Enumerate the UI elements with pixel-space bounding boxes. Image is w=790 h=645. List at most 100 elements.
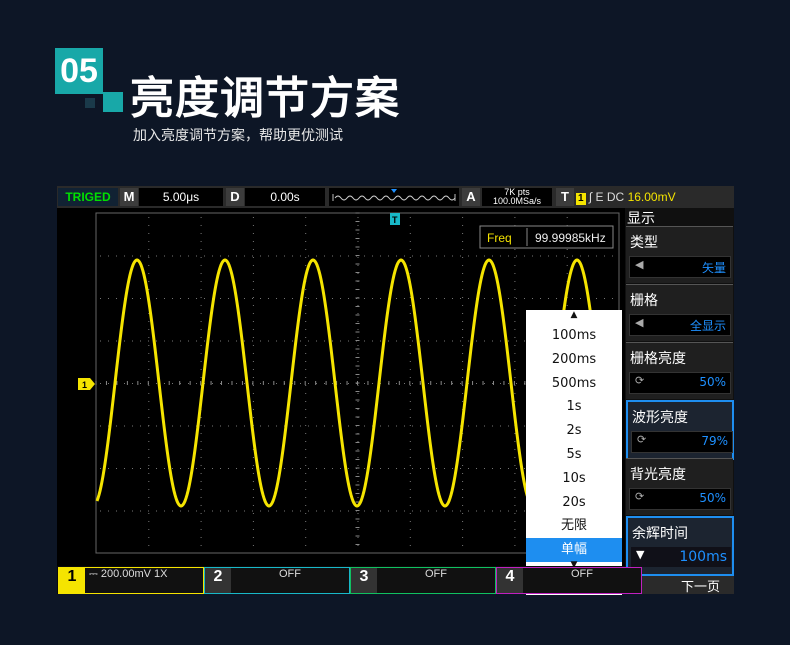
menu-item[interactable]: 波形亮度 ⟳ 79% [626,400,734,460]
grid-dot [444,425,445,427]
grid-dot [204,425,205,427]
dropdown-option[interactable]: 10s [526,467,622,491]
grid-dot [340,510,341,512]
grid-dot [204,255,205,257]
channel-4-box[interactable]: 4 OFF [496,567,642,594]
dropdown-option[interactable]: 500ms [526,372,622,396]
menu-item-value-box[interactable]: ⟳ 50% [629,372,731,394]
menu-item-value-box[interactable]: ⟳ 50% [629,488,731,510]
menu-item[interactable]: 栅格 ◀ 全显示 [626,284,733,341]
grid-dot [428,340,429,342]
grid-dot [276,255,277,257]
grid-dot [200,449,202,450]
channel-2-box[interactable]: 2 OFF [204,567,350,594]
grid-dot [340,468,341,469]
grid-dot [148,417,150,418]
grid-dot [409,433,411,434]
grid-dot [324,383,325,384]
grid-dot [148,537,150,538]
grid-dot [260,425,261,427]
grid-dot [484,383,485,384]
measure-value: 99.99985kHz [535,231,606,245]
timebase-value[interactable]: 5.00μs [139,188,223,206]
grid-dot [100,298,101,299]
grid-dot [357,537,359,538]
menu-item-value: 矢量 [701,261,726,275]
grid-dot [514,345,516,346]
grid-dot [404,468,405,469]
dropdown-option[interactable]: 200ms [526,348,622,372]
grid-dot [428,298,429,299]
grid-dot [244,425,245,427]
grid-dot [305,473,307,474]
menu-item[interactable]: 背光亮度 ⟳ 50% [626,458,733,515]
grid-dot [357,265,359,266]
grid-dot [332,425,333,427]
grid-dot [324,510,325,512]
delay-value[interactable]: 0.00s [245,188,325,206]
grid-dot [292,510,293,512]
grid-dot [588,255,589,257]
grid-dot [305,369,307,370]
grid-dot [462,465,464,466]
trigger-status: TRIGED [58,188,118,206]
grid-dot [204,468,205,469]
menu-item-value-box[interactable]: ◀ 矢量 [629,256,731,278]
grid-dot [140,468,141,469]
grid-dot [462,401,464,402]
grid-dot [348,425,349,427]
grid-dot [252,305,254,306]
grid-dot [357,393,359,394]
grid-dot [372,340,373,342]
grid-dot [476,468,477,469]
menu-item[interactable]: 栅格亮度 ⟳ 50% [626,342,733,399]
menu-item-value-box[interactable]: ⟳ 79% [631,431,733,453]
grid-dot [462,353,464,354]
menu-item[interactable]: 余辉时间 ▼ 100ms [626,516,734,576]
trigger-label: T [556,188,574,206]
menu-item-value-box[interactable]: ◀ 全显示 [629,314,731,336]
menu-item-value: 全显示 [689,319,726,333]
trigger-info[interactable]: 1 ∫ E DC 16.00mV [576,188,732,206]
grid-dot [148,409,150,410]
grid-dot [116,510,117,512]
dropdown-option[interactable]: 1s [526,395,622,419]
grid-dot [220,383,221,384]
channel-1-box[interactable]: 1 ⎓ 200.00mV 1X [58,567,204,594]
grid-dot [409,401,411,402]
grid-dot [148,257,150,258]
grid-dot [228,255,229,257]
grid-dot [196,383,197,384]
grid-dot [156,510,157,512]
grid-dot [409,497,411,498]
grid-dot [452,468,453,469]
afterglow-dropdown[interactable]: ▲ 100ms 200ms 500ms 1s 2s 5s 10s 20s 无限 单幅 ▼ [526,310,622,595]
grid-dot [357,369,359,370]
grid-dot [308,425,309,427]
dropdown-option[interactable]: 无限 [526,514,622,538]
dropdown-option[interactable]: 100ms [526,324,622,348]
grid-dot [380,468,381,469]
grid-dot [484,298,485,299]
dropdown-option[interactable]: 20s [526,491,622,515]
grid-dot [324,425,325,427]
grid-dot [305,545,307,546]
dropdown-option[interactable]: 单幅 [526,538,622,563]
menu-item-value-box[interactable]: ▼ 100ms [631,547,731,567]
grid-dot [305,489,307,490]
scroll-up-icon[interactable]: ▲ [526,310,622,324]
dropdown-option[interactable]: 2s [526,419,622,443]
dropdown-option[interactable]: 5s [526,443,622,467]
grid-dot [305,345,307,346]
menu-item[interactable]: 类型 ◀ 矢量 [626,226,733,283]
grid-dot [252,217,254,218]
grid-dot [452,383,453,384]
grid-dot [268,468,269,469]
grid-dot [357,217,359,218]
grid-dot [188,340,189,342]
grid-dot [305,265,307,266]
grid-dot [612,298,613,299]
grid-dot [236,510,237,512]
channel-3-box[interactable]: 3 OFF [350,567,496,594]
grid-dot [252,233,254,234]
